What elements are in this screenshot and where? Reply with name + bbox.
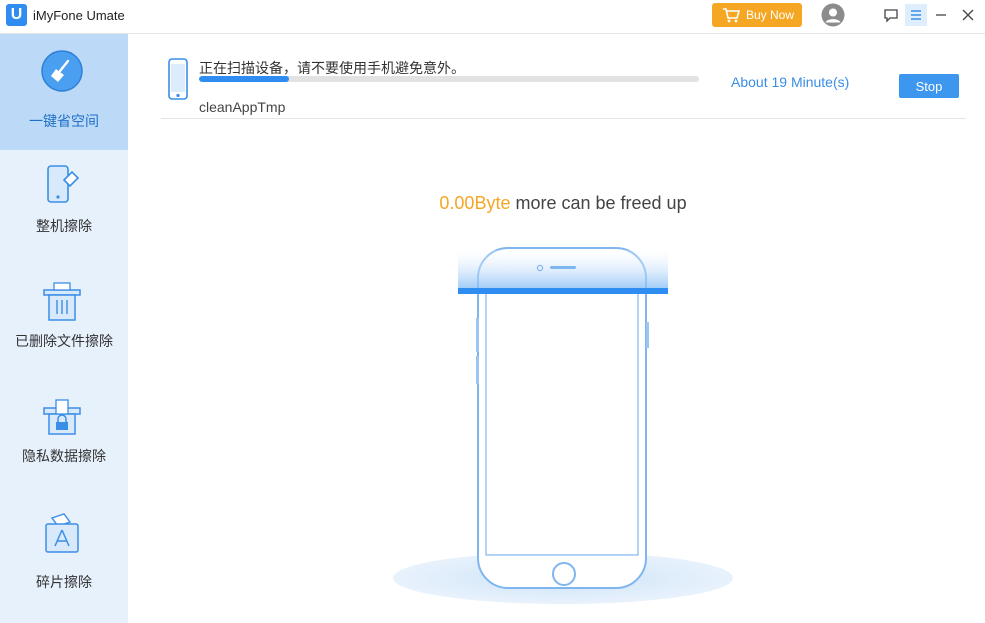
sidebar-item-fragment-erase[interactable]: 碎片擦除 (0, 498, 128, 614)
sidebar-item-one-click-space[interactable]: 一键省空间 (0, 34, 128, 150)
sidebar-item-label: 一键省空间 (29, 113, 99, 129)
app-title: iMyFone Umate (33, 8, 125, 23)
close-icon[interactable] (957, 4, 979, 26)
minimize-icon[interactable] (930, 4, 952, 26)
buy-now-button[interactable]: Buy Now (712, 3, 802, 27)
feedback-icon[interactable] (880, 4, 902, 26)
sidebar-item-label: 隐私数据擦除 (22, 448, 106, 464)
time-remaining: About 19 Minute(s) (731, 74, 850, 90)
phone-eraser-icon (47, 165, 80, 203)
sidebar-item-label: 已删除文件擦除 (15, 333, 113, 349)
buy-now-label: Buy Now (746, 8, 795, 22)
stop-button[interactable]: Stop (899, 74, 959, 98)
app-fragment-icon (45, 513, 79, 553)
device-phone-icon (168, 58, 188, 100)
current-scan-item: cleanAppTmp (199, 99, 286, 115)
scan-progress-fill (199, 76, 289, 82)
broom-icon (41, 50, 83, 92)
lock-file-icon (43, 399, 81, 435)
title-bar: U iMyFone Umate Buy Now (0, 0, 985, 34)
freed-suffix: more can be freed up (510, 193, 687, 213)
menu-icon[interactable] (905, 4, 927, 26)
scan-status-text: 正在扫描设备，请不要使用手机避免意外。 (199, 60, 465, 76)
app-logo: U (6, 4, 27, 26)
user-avatar-icon[interactable] (821, 3, 845, 27)
sidebar-item-private-data[interactable]: 隐私数据擦除 (0, 382, 128, 498)
sidebar-item-label: 碎片擦除 (36, 574, 92, 590)
sidebar-item-full-erase[interactable]: 整机擦除 (0, 150, 128, 266)
scan-status-bar: 正在扫描设备，请不要使用手机避免意外。 cleanAppTmp About 19… (161, 52, 966, 119)
sidebar-item-deleted-files[interactable]: 已删除文件擦除 (0, 266, 128, 382)
sidebar: 一键省空间 整机擦除 已删除文件擦除 隐私数据擦除 碎片擦除 (0, 34, 128, 623)
sidebar-item-label: 整机擦除 (36, 218, 92, 234)
freed-amount: 0.00Byte (439, 193, 511, 213)
trash-file-icon (43, 282, 81, 321)
scan-progress-bar (199, 76, 699, 82)
phone-scan-illustration (393, 247, 733, 604)
cart-icon (723, 8, 740, 23)
freed-space-summary: 0.00Byte more can be freed up (128, 193, 985, 214)
